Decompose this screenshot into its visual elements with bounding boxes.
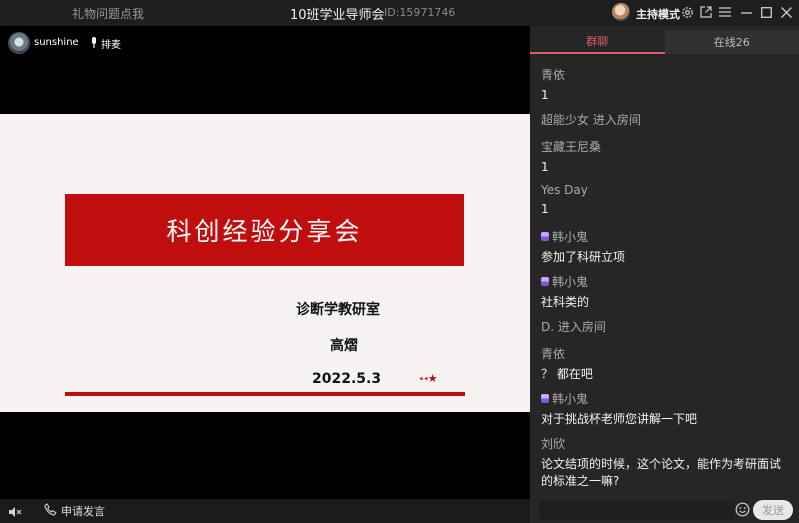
popout-icon[interactable] [698, 4, 714, 20]
message-text: 对于挑战杯老师您讲解一下吧 [541, 412, 698, 426]
system-notice: 超能少女 进入房间 [541, 113, 641, 127]
slide-title: 科创经验分享会 [166, 217, 363, 246]
user-badge-icon [541, 277, 549, 286]
chat-message: Yes Day 1 [541, 183, 791, 218]
message-sender: 刘欣 [541, 437, 566, 451]
message-sender-row: 韩小鬼 [541, 273, 791, 290]
user-avatar[interactable] [612, 3, 630, 21]
message-text: 参加了科研立项 [541, 250, 626, 264]
apply-speak-label: 申请发言 [61, 505, 105, 518]
host-name: sunshine [34, 37, 79, 48]
message-sender: 韩小鬼 [552, 230, 589, 244]
tab-online[interactable]: 在线26 [664, 30, 799, 54]
settings-icon[interactable] [679, 4, 695, 20]
chat-message: 宝藏王尼桑 1 [541, 138, 791, 176]
chat-input-bar: 发送 [539, 500, 795, 522]
close-icon[interactable] [778, 4, 794, 20]
chat-message: 青依 1 [541, 66, 791, 104]
message-text: 社科类的 [541, 295, 590, 309]
slide-title-banner: 科创经验分享会 [65, 194, 464, 266]
message-sender-row: 韩小鬼 [541, 228, 791, 245]
panel-tabs: 群聊 在线26 [530, 30, 799, 54]
presentation-slide: 科创经验分享会 诊断学教研室 高熠 2022.5.3 ⋆⋆★ [0, 114, 530, 412]
message-sender-row: 韩小鬼 [541, 390, 791, 407]
message-text: ？ 都在吧 [541, 367, 593, 381]
chat-system-message: 超能少女 进入房间 [541, 111, 791, 128]
chat-message: 韩小鬼 社科类的 [541, 273, 791, 311]
host-avatar[interactable] [8, 32, 30, 54]
message-sender: 青依 [541, 68, 566, 82]
chat-system-message: D. 进入房间 [541, 318, 791, 335]
room-id: ID:15971746 [384, 6, 456, 19]
message-sender: 青依 [541, 347, 566, 361]
message-text: 1 [541, 202, 549, 216]
menu-icon[interactable] [717, 4, 733, 20]
message-text: 论文结项的时候，这个论文，能作为考研面试的标准之一嘛? [541, 457, 782, 488]
title-bar: 礼物问题点我 10班学业导师会 ID:15971746 主持模式 [0, 0, 799, 26]
phone-icon [44, 503, 57, 519]
user-badge-icon [541, 232, 549, 241]
chat-message: 刘欣 论文结项的时候，这个论文，能作为考研面试的标准之一嘛? [541, 435, 791, 490]
minimize-icon[interactable] [738, 4, 754, 20]
mic-queue-label: 排麦 [101, 40, 121, 51]
video-stage: sunshine 排麦 科创经验分享会 诊断学教研室 高熠 2022.5.3 ⋆… [0, 26, 530, 499]
chat-message: 韩小鬼 对于挑战杯老师您讲解一下吧 [541, 390, 791, 428]
apply-speak-button[interactable]: 申请发言 [44, 503, 105, 519]
system-notice: D. 进入房间 [541, 320, 606, 334]
slide-department: 诊断学教研室 [296, 302, 380, 318]
chat-message: 青依 ？ 都在吧 [541, 345, 791, 383]
message-sender: Yes Day [541, 183, 588, 197]
bottom-toolbar: 申请发言 [0, 499, 530, 523]
slide-date: 2022.5.3 [312, 371, 382, 387]
microphone-icon [90, 36, 98, 51]
message-text: 1 [541, 88, 549, 102]
chat-input[interactable] [539, 500, 735, 520]
message-text: 1 [541, 160, 549, 174]
chat-panel: 群聊 在线26 青依 1 超能少女 进入房间 宝藏王尼桑 1 Yes Day 1… [530, 26, 799, 523]
room-title: 10班学业导师会 [290, 8, 385, 23]
user-badge-icon [541, 394, 549, 403]
message-sender: 韩小鬼 [552, 392, 589, 406]
maximize-icon[interactable] [758, 4, 774, 20]
slide-divider [65, 392, 465, 396]
message-sender: 宝藏王尼桑 [541, 140, 602, 154]
chat-message: 韩小鬼 参加了科研立项 [541, 228, 791, 266]
send-button[interactable]: 发送 [753, 500, 793, 520]
host-mode-label[interactable]: 主持模式 [636, 6, 680, 22]
emoji-icon[interactable] [735, 502, 750, 521]
message-sender: 韩小鬼 [552, 275, 589, 289]
tab-group-chat[interactable]: 群聊 [530, 30, 665, 54]
star-decoration-icon: ⋆⋆★ [418, 372, 438, 385]
mic-queue-button[interactable]: 排麦 [90, 36, 121, 51]
slide-presenter: 高熠 [330, 338, 358, 354]
speaker-mute-icon[interactable] [8, 504, 22, 523]
gift-help-link[interactable]: 礼物问题点我 [72, 5, 144, 22]
